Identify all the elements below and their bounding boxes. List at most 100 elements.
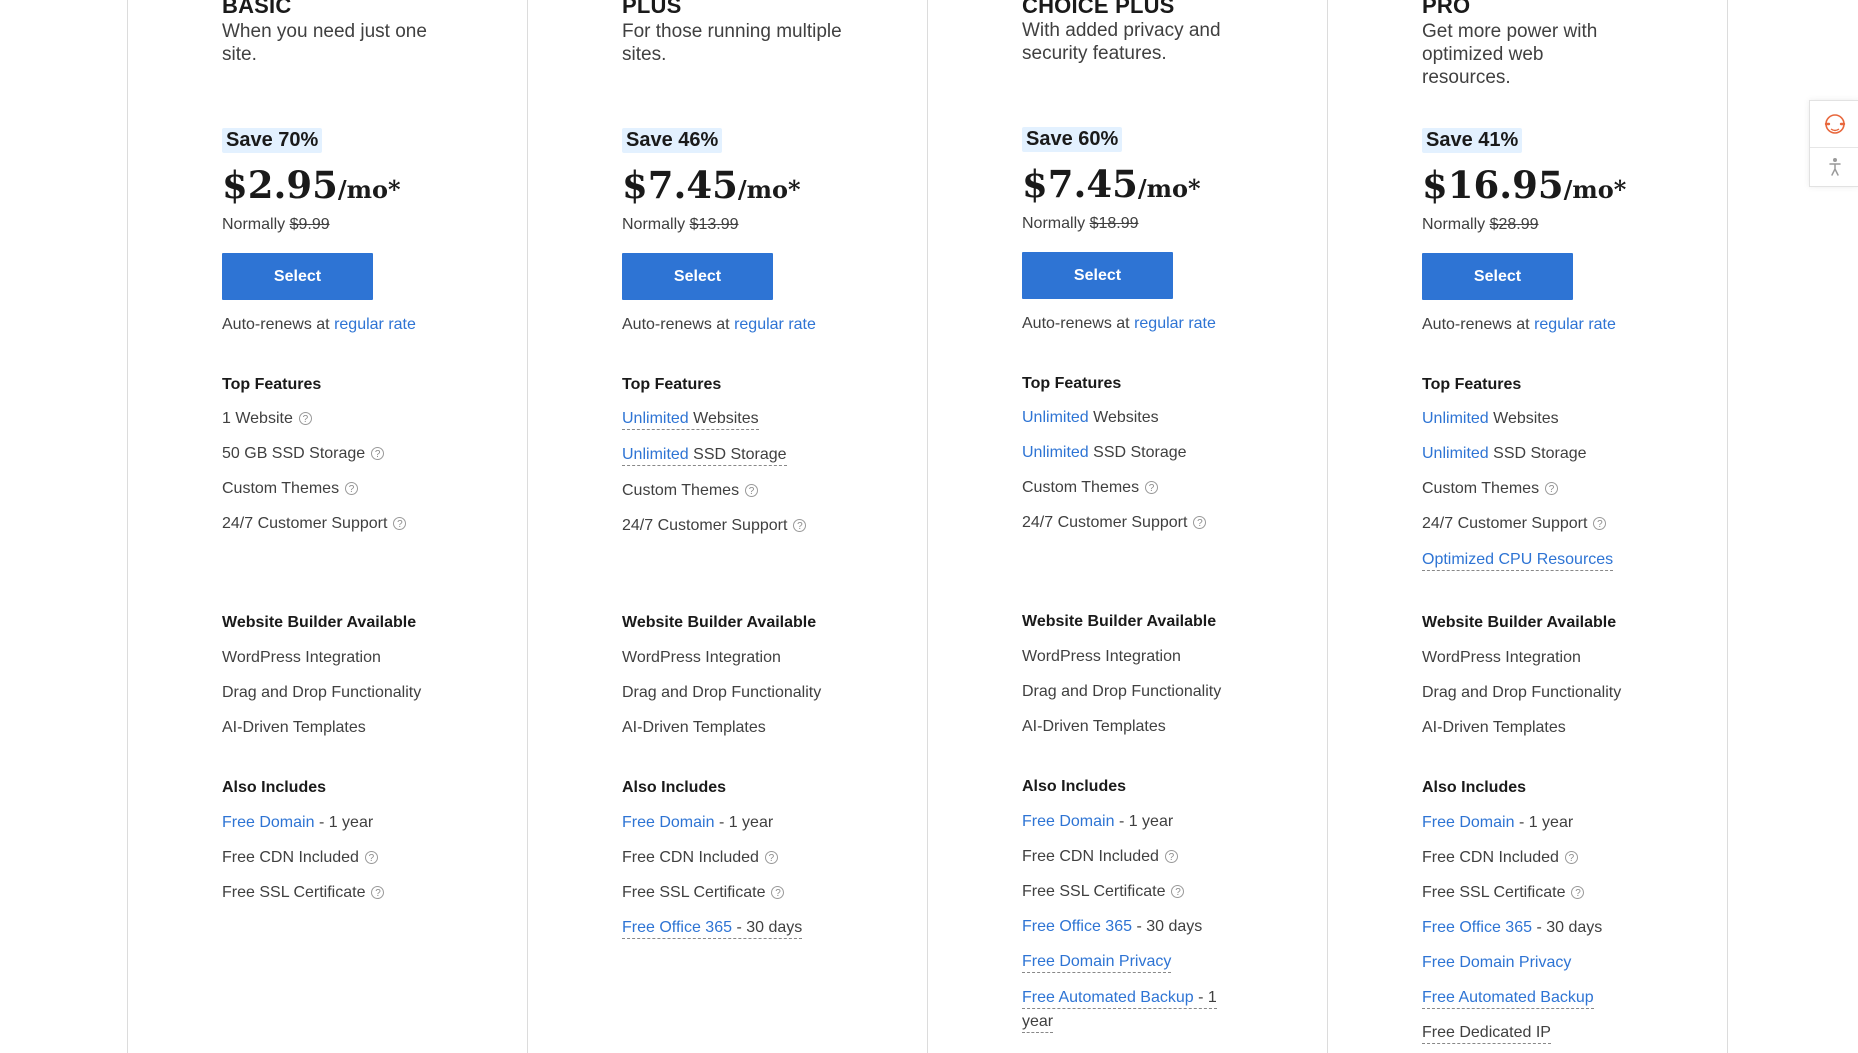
help-icon[interactable]: ?: [1193, 516, 1207, 530]
select-button[interactable]: Select: [222, 253, 373, 300]
plan-name: PRO: [1422, 0, 1471, 18]
feature-label: 1 Website: [222, 410, 293, 427]
help-icon[interactable]: ?: [1145, 481, 1159, 495]
accessibility-button[interactable]: [1810, 148, 1858, 186]
help-icon[interactable]: ?: [793, 519, 807, 533]
free-domain-privacy-link[interactable]: Free Domain Privacy: [1022, 953, 1172, 973]
feature-item: WordPress Integration: [1422, 649, 1581, 666]
plan-basic: BASIC When you need just one site. Save …: [128, 0, 528, 1053]
feature-text: Websites: [1093, 409, 1159, 426]
price-period: /mo*: [1563, 175, 1627, 204]
feature-label: Custom Themes: [1022, 479, 1140, 496]
help-icon[interactable]: ?: [393, 517, 407, 531]
help-icon[interactable]: ?: [1171, 885, 1185, 899]
help-icon[interactable]: ?: [298, 412, 312, 426]
regular-rate-link[interactable]: regular rate: [1534, 316, 1616, 333]
feature-text: SSD Storage: [1493, 445, 1587, 462]
feature-item: Unlimited Websites: [1422, 410, 1559, 428]
feature-suffix: - 1 year: [1118, 813, 1174, 830]
top-features-heading: Top Features: [622, 376, 722, 393]
pricing-grid: BASIC When you need just one site. Save …: [127, 0, 1732, 1053]
chat-support-button[interactable]: [1810, 101, 1858, 148]
price-period: /mo*: [1137, 174, 1201, 203]
unlimited-link[interactable]: Unlimited: [622, 410, 689, 427]
free-domain-privacy-link[interactable]: Free Domain Privacy: [1422, 954, 1571, 971]
free-office-link[interactable]: Free Office 365: [1422, 919, 1532, 936]
regular-rate-link[interactable]: regular rate: [1134, 315, 1216, 332]
help-icon[interactable]: ?: [1164, 850, 1178, 864]
help-icon[interactable]: ?: [1593, 517, 1607, 531]
unlimited-link[interactable]: Unlimited: [1022, 444, 1089, 461]
optimized-cpu-label[interactable]: Optimized CPU Resources: [1422, 551, 1613, 568]
feature-item: Drag and Drop Functionality: [622, 684, 822, 701]
feature-label[interactable]: Free Office 365 - 30 days: [622, 919, 803, 939]
normally-label: Normally: [1022, 215, 1086, 232]
feature-item: Custom Themes?: [222, 480, 359, 498]
feature-item: Free Domain - 1 year: [622, 814, 773, 832]
feature-item: Free Automated Backup: [1422, 989, 1594, 1009]
help-icon[interactable]: ?: [345, 482, 359, 496]
plan-choice-plus: CHOICE PLUS With added privacy and secur…: [928, 0, 1328, 1053]
feature-label[interactable]: Unlimited SSD Storage: [622, 446, 787, 466]
price: $7.45/mo*: [1022, 162, 1201, 206]
feature-label: 24/7 Customer Support: [1022, 514, 1188, 531]
website-builder-heading: Website Builder Available: [1022, 613, 1217, 630]
help-icon[interactable]: ?: [364, 851, 378, 865]
free-domain-privacy-label[interactable]: Free Domain Privacy: [1022, 953, 1171, 970]
normally-label: Normally: [622, 216, 686, 233]
feature-item: Free SSL Certificate?: [222, 884, 385, 902]
unlimited-link[interactable]: Unlimited: [1422, 445, 1489, 462]
free-backup-label[interactable]: Free Automated Backup: [1422, 989, 1594, 1006]
feature-suffix: - 30 days: [736, 919, 803, 936]
feature-suffix: year: [1022, 1013, 1054, 1033]
free-office-link[interactable]: Free Office 365: [622, 919, 732, 936]
select-button[interactable]: Select: [622, 253, 773, 300]
free-dedicated-ip-label[interactable]: Free Dedicated IP: [1422, 1024, 1551, 1044]
free-backup-label[interactable]: Free Automated Backup: [1022, 989, 1194, 1006]
feature-item: WordPress Integration: [222, 649, 381, 666]
feature-item: AI-Driven Templates: [1422, 719, 1566, 736]
free-automated-backup-link[interactable]: Free Automated Backup: [1422, 989, 1594, 1009]
feature-item: 50 GB SSD Storage?: [222, 445, 385, 463]
plan-description: With added privacy and security features…: [1022, 20, 1221, 64]
free-domain-link[interactable]: Free Domain: [222, 814, 314, 831]
free-office-link[interactable]: Free Office 365: [1022, 918, 1132, 935]
help-icon[interactable]: ?: [371, 447, 385, 461]
help-icon[interactable]: ?: [771, 886, 785, 900]
help-icon[interactable]: ?: [1545, 482, 1559, 496]
unlimited-link[interactable]: Unlimited: [1422, 410, 1489, 427]
feature-label: 50 GB SSD Storage: [222, 445, 366, 462]
free-domain-link[interactable]: Free Domain: [622, 814, 714, 831]
feature-item: Custom Themes?: [1422, 480, 1559, 498]
feature-label[interactable]: Unlimited Websites: [622, 410, 759, 430]
normal-price: Normally $18.99: [1022, 215, 1139, 233]
help-icon[interactable]: ?: [1564, 851, 1578, 865]
regular-rate-link[interactable]: regular rate: [734, 316, 816, 333]
feature-label: 24/7 Customer Support: [222, 515, 388, 532]
help-icon[interactable]: ?: [745, 484, 759, 498]
regular-rate-link[interactable]: regular rate: [334, 316, 416, 333]
help-icon[interactable]: ?: [1571, 886, 1585, 900]
free-domain-link[interactable]: Free Domain: [1422, 814, 1514, 831]
feature-label: Free SSL Certificate: [222, 884, 366, 901]
optimized-cpu-link[interactable]: Optimized CPU Resources: [1422, 551, 1614, 571]
price-amount: $7.45: [1022, 162, 1138, 206]
help-icon[interactable]: ?: [371, 886, 385, 900]
feature-item: Free Office 365 - 30 days: [1422, 919, 1602, 937]
feature-suffix: - 1 year: [718, 814, 774, 831]
feature-suffix: - 1 year: [1518, 814, 1574, 831]
strikethrough-price: $28.99: [1489, 216, 1539, 233]
unlimited-link[interactable]: Unlimited: [1022, 409, 1089, 426]
price-amount: $7.45: [622, 163, 738, 207]
feature-item: Free CDN Included?: [1022, 848, 1178, 866]
help-icon[interactable]: ?: [764, 851, 778, 865]
feature-text: SSD Storage: [693, 446, 787, 463]
strikethrough-price: $18.99: [1089, 215, 1139, 232]
select-button[interactable]: Select: [1022, 252, 1173, 299]
save-badge: Save 46%: [622, 128, 723, 153]
free-domain-link[interactable]: Free Domain: [1022, 813, 1114, 830]
also-includes-heading: Also Includes: [1022, 778, 1127, 795]
select-button[interactable]: Select: [1422, 253, 1573, 300]
unlimited-link[interactable]: Unlimited: [622, 446, 689, 463]
free-automated-backup-link[interactable]: Free Automated Backup - 1: [1022, 989, 1217, 1009]
